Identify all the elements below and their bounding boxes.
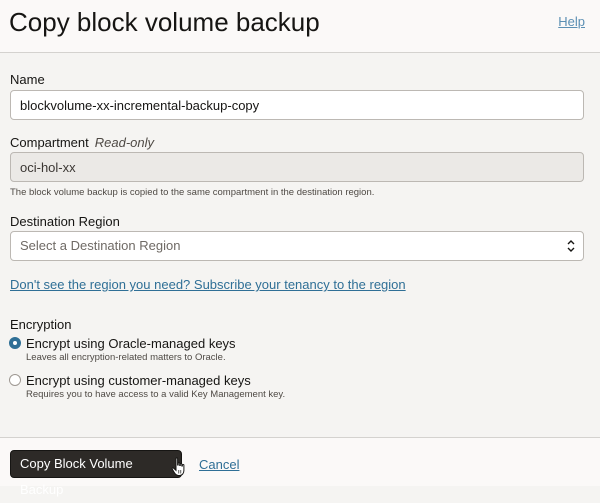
name-input[interactable] — [10, 90, 584, 120]
select-chevron-icon — [567, 240, 575, 252]
copy-block-volume-backup-button[interactable]: Copy Block Volume Backup — [10, 450, 182, 497]
subscribe-region-link[interactable]: Don't see the region you need? Subscribe… — [10, 277, 406, 292]
radio-hint-oracle-managed: Leaves all encryption-related matters to… — [26, 352, 226, 363]
destination-region-label: Destination Region — [10, 214, 120, 229]
destination-region-placeholder: Select a Destination Region — [20, 238, 181, 253]
hand-pointer-cursor-icon — [171, 457, 185, 476]
help-link[interactable]: Help — [558, 14, 585, 29]
read-only-tag: Read-only — [94, 135, 155, 150]
radio-label-customer-managed: Encrypt using customer-managed keys — [26, 373, 251, 388]
dialog-footer: Copy Block Volume Backup Cancel — [0, 437, 600, 497]
destination-region-select[interactable]: Select a Destination Region — [10, 231, 584, 261]
cancel-link[interactable]: Cancel — [199, 457, 239, 472]
compartment-hint: The block volume backup is copied to the… — [10, 187, 375, 198]
compartment-input — [10, 152, 584, 182]
dialog-header: Copy block volume backup Help — [0, 0, 600, 53]
dialog-title: Copy block volume backup — [9, 7, 320, 37]
name-label: Name — [10, 72, 45, 87]
radio-label-oracle-managed: Encrypt using Oracle-managed keys — [26, 336, 236, 351]
compartment-label-text: Compartment — [10, 135, 89, 150]
radio-button-checked[interactable] — [9, 337, 21, 349]
radio-button-unchecked[interactable] — [9, 374, 21, 386]
encryption-label: Encryption — [10, 317, 72, 332]
compartment-label: Compartment Read-only — [10, 135, 154, 150]
radio-hint-customer-managed: Requires you to have access to a valid K… — [26, 389, 286, 400]
